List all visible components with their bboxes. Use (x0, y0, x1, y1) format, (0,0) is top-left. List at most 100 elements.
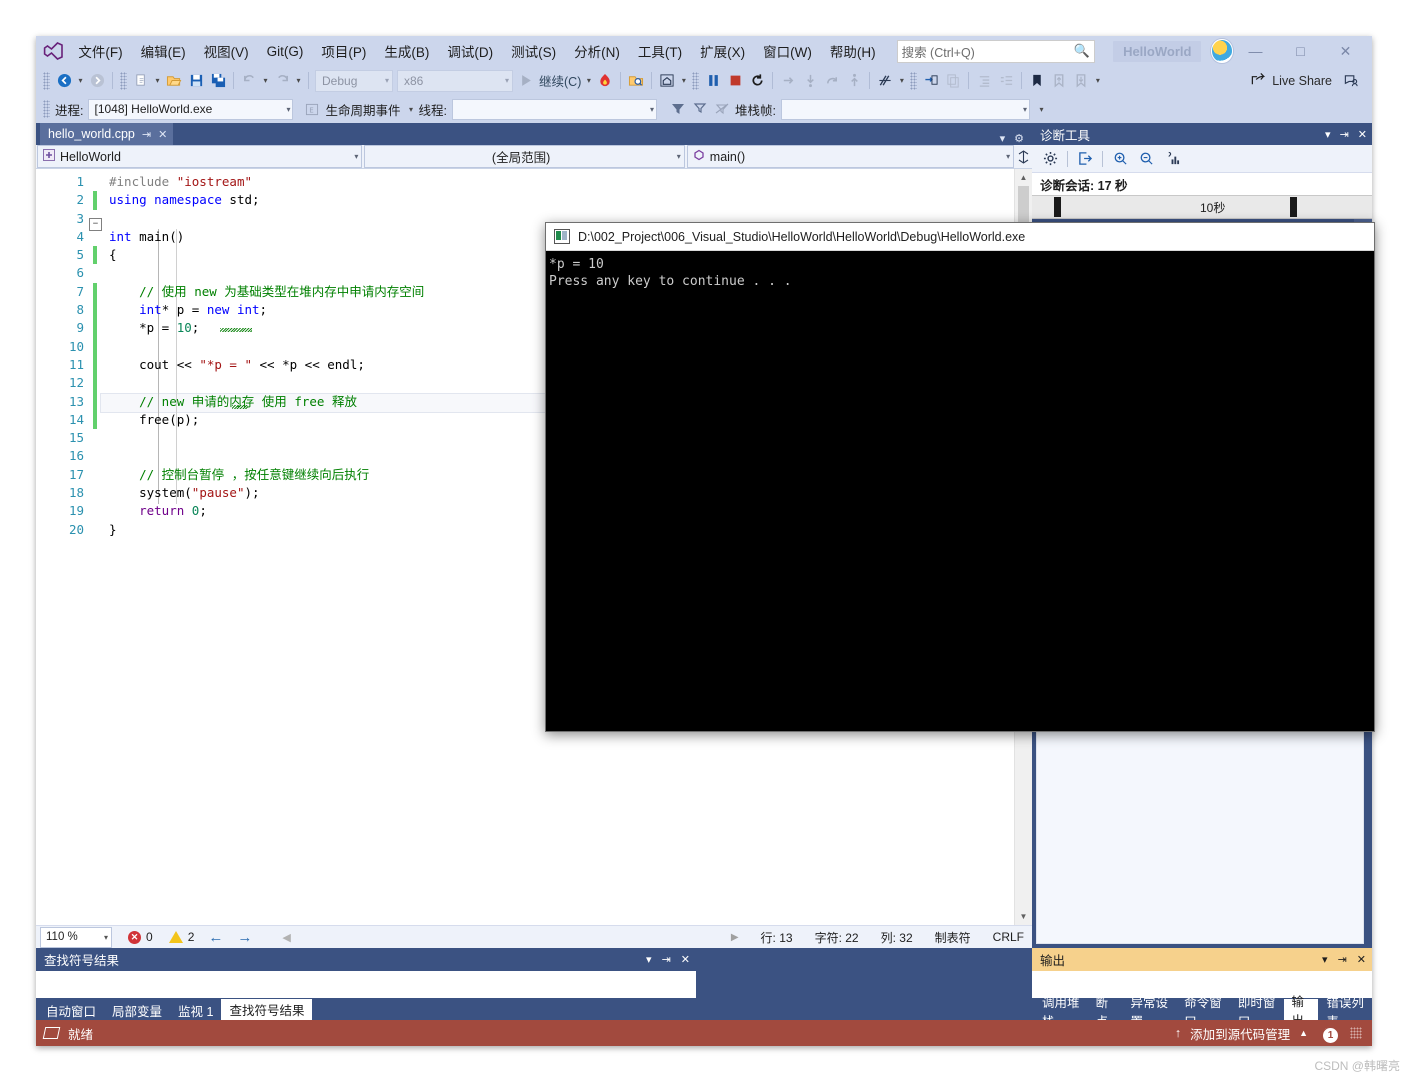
tab-output[interactable]: 输出 (1283, 995, 1319, 1020)
toolbar-overflow-icon[interactable]: ▾ (1092, 70, 1103, 92)
menu-item-view[interactable]: 视图(V) (195, 37, 258, 65)
lifecycle-events-label[interactable]: 生命周期事件 (325, 100, 400, 119)
toolbar-grip[interactable] (692, 71, 700, 90)
nav-project-combo[interactable]: HelloWorld ▾ (37, 145, 363, 168)
zoom-combo[interactable]: 110 % ▾ (40, 926, 112, 948)
menu-item-file[interactable]: 文件(F) (69, 37, 131, 65)
process-combo[interactable]: [1048] HelloWorld.exe ▾ (88, 98, 294, 120)
tab-watch-1[interactable]: 监视 1 (170, 1001, 221, 1020)
tab-find-symbol-results[interactable]: 查找符号结果 (221, 999, 313, 1020)
pin-icon[interactable]: ⇥ (662, 953, 671, 966)
tab-call-stack[interactable]: 调用堆栈 (1034, 996, 1088, 1021)
toolbar-grip[interactable] (43, 71, 50, 90)
home-dropdown-icon[interactable]: ▾ (678, 70, 689, 92)
menu-item-analyze[interactable]: 分析(N) (565, 37, 629, 65)
maximize-button[interactable]: □ (1278, 37, 1323, 65)
chevron-down-icon[interactable]: ▾ (646, 953, 652, 966)
navigate-back-icon[interactable] (53, 70, 75, 92)
tab-exception-settings[interactable]: 异常设置 (1123, 996, 1177, 1021)
tab-breakpoints[interactable]: 断点 (1088, 996, 1123, 1021)
scroll-right-icon[interactable]: ▶ (731, 932, 739, 943)
home-icon[interactable] (656, 70, 678, 92)
menu-item-extensions[interactable]: 扩展(X) (691, 37, 754, 65)
close-icon[interactable]: ✕ (1357, 953, 1366, 966)
close-icon[interactable]: ✕ (681, 953, 690, 966)
error-count[interactable]: ✕ 0 (128, 930, 153, 944)
menu-item-help[interactable]: 帮助(H) (821, 37, 885, 65)
pin-icon[interactable]: ⇥ (1340, 128, 1349, 141)
menu-item-debug[interactable]: 调试(D) (438, 37, 502, 65)
show-next-statement-icon[interactable] (920, 70, 942, 92)
chevron-down-icon[interactable]: ▾ (1000, 132, 1006, 145)
menu-item-git[interactable]: Git(G) (258, 40, 313, 63)
thread-combo[interactable]: ▾ (451, 98, 657, 120)
resize-grip[interactable] (1350, 1027, 1362, 1039)
lifecycle-dropdown-icon[interactable]: ▾ (406, 98, 417, 120)
find-symbol-body[interactable] (36, 971, 696, 998)
restart-debug-icon[interactable] (746, 70, 768, 92)
zoom-out-icon[interactable] (1134, 148, 1158, 170)
pin-icon[interactable]: ⇥ (1338, 953, 1347, 966)
chart-icon[interactable] (1160, 148, 1184, 170)
diagnostics-timeline[interactable]: 10秒 (1032, 195, 1372, 219)
toolbar-grip[interactable] (43, 100, 50, 118)
scroll-down-icon[interactable]: ▼ (1015, 908, 1032, 925)
scroll-left-icon[interactable]: ◀ (282, 931, 290, 944)
hot-reload-icon[interactable] (594, 70, 616, 92)
tab-locals[interactable]: 局部变量 (104, 1001, 170, 1020)
open-file-icon[interactable] (163, 70, 185, 92)
tab-immediate-window[interactable]: 即时窗口 (1230, 996, 1284, 1021)
tab-hello-world-cpp[interactable]: hello_world.cpp ⇥ ✕ (40, 123, 174, 145)
avatar[interactable] (1211, 39, 1233, 63)
threads-icon[interactable] (874, 70, 896, 92)
solution-configuration-combo[interactable]: Debug ▾ (315, 69, 393, 92)
menu-item-window[interactable]: 窗口(W) (754, 37, 821, 65)
menu-item-tools[interactable]: 工具(T) (629, 37, 691, 65)
bell-icon[interactable]: 1 (1317, 1024, 1339, 1044)
close-icon[interactable]: ✕ (1358, 128, 1367, 141)
feedback-icon[interactable] (1340, 70, 1362, 92)
pin-icon[interactable]: ⇥ (142, 128, 151, 141)
stack-frame-combo[interactable]: ▾ (780, 98, 1030, 120)
pause-icon[interactable] (702, 70, 724, 92)
split-view-icon[interactable] (1015, 149, 1032, 164)
gear-icon[interactable] (1038, 148, 1062, 170)
next-location-icon[interactable]: → (237, 929, 252, 946)
minimize-button[interactable]: — (1233, 37, 1278, 65)
export-icon[interactable] (1073, 148, 1097, 170)
toolbar-grip[interactable] (120, 71, 127, 90)
close-button[interactable]: ✕ (1323, 37, 1368, 65)
chevron-down-icon[interactable]: ▾ (1325, 128, 1331, 141)
scroll-up-icon[interactable]: ▲ (1015, 169, 1032, 186)
console-window[interactable]: D:\002_Project\006_Visual_Studio\HelloWo… (545, 222, 1375, 732)
save-icon[interactable] (185, 70, 207, 92)
live-share-button[interactable]: Live Share (1250, 72, 1340, 90)
collapse-main-icon[interactable]: − (89, 218, 102, 231)
bookmark-icon[interactable] (1026, 70, 1048, 92)
save-all-icon[interactable] (207, 70, 229, 92)
console-title-bar[interactable]: D:\002_Project\006_Visual_Studio\HelloWo… (546, 223, 1374, 251)
stop-debug-icon[interactable] (724, 70, 746, 92)
solution-platform-combo[interactable]: x86 ▾ (397, 69, 513, 92)
redo-dropdown-icon[interactable]: ▾ (293, 70, 304, 92)
undo-dropdown-icon[interactable]: ▾ (260, 70, 271, 92)
console-output[interactable]: *p = 10 Press any key to continue . . . (546, 251, 1374, 731)
continue-label[interactable]: 继续(C) (537, 71, 583, 90)
new-item-icon[interactable] (130, 70, 152, 92)
attach-to-process-icon[interactable] (625, 70, 647, 92)
continue-dropdown-icon[interactable]: ▾ (583, 70, 594, 92)
search-input[interactable]: 搜索 (Ctrl+Q) 🔍 (896, 39, 1096, 63)
chevron-down-icon[interactable]: ▾ (1322, 953, 1328, 966)
nav-scope-combo[interactable]: (全局范围) ▾ (364, 145, 685, 168)
prev-location-icon[interactable]: ← (208, 929, 223, 946)
threads-dropdown-icon[interactable]: ▾ (896, 70, 907, 92)
debug-toolbar-overflow-icon[interactable]: ▾ (1036, 98, 1047, 120)
source-control-label[interactable]: 添加到源代码管理 (1190, 1024, 1290, 1043)
chevron-up-icon[interactable]: ▲ (1299, 1028, 1308, 1038)
toolbar-grip[interactable] (910, 71, 918, 90)
back-dropdown-icon[interactable]: ▾ (75, 70, 86, 92)
tab-command-window[interactable]: 命令窗口 (1176, 996, 1230, 1021)
menu-item-project[interactable]: 项目(P) (312, 37, 375, 65)
menu-item-edit[interactable]: 编辑(E) (132, 37, 195, 65)
menu-item-test[interactable]: 测试(S) (502, 37, 565, 65)
